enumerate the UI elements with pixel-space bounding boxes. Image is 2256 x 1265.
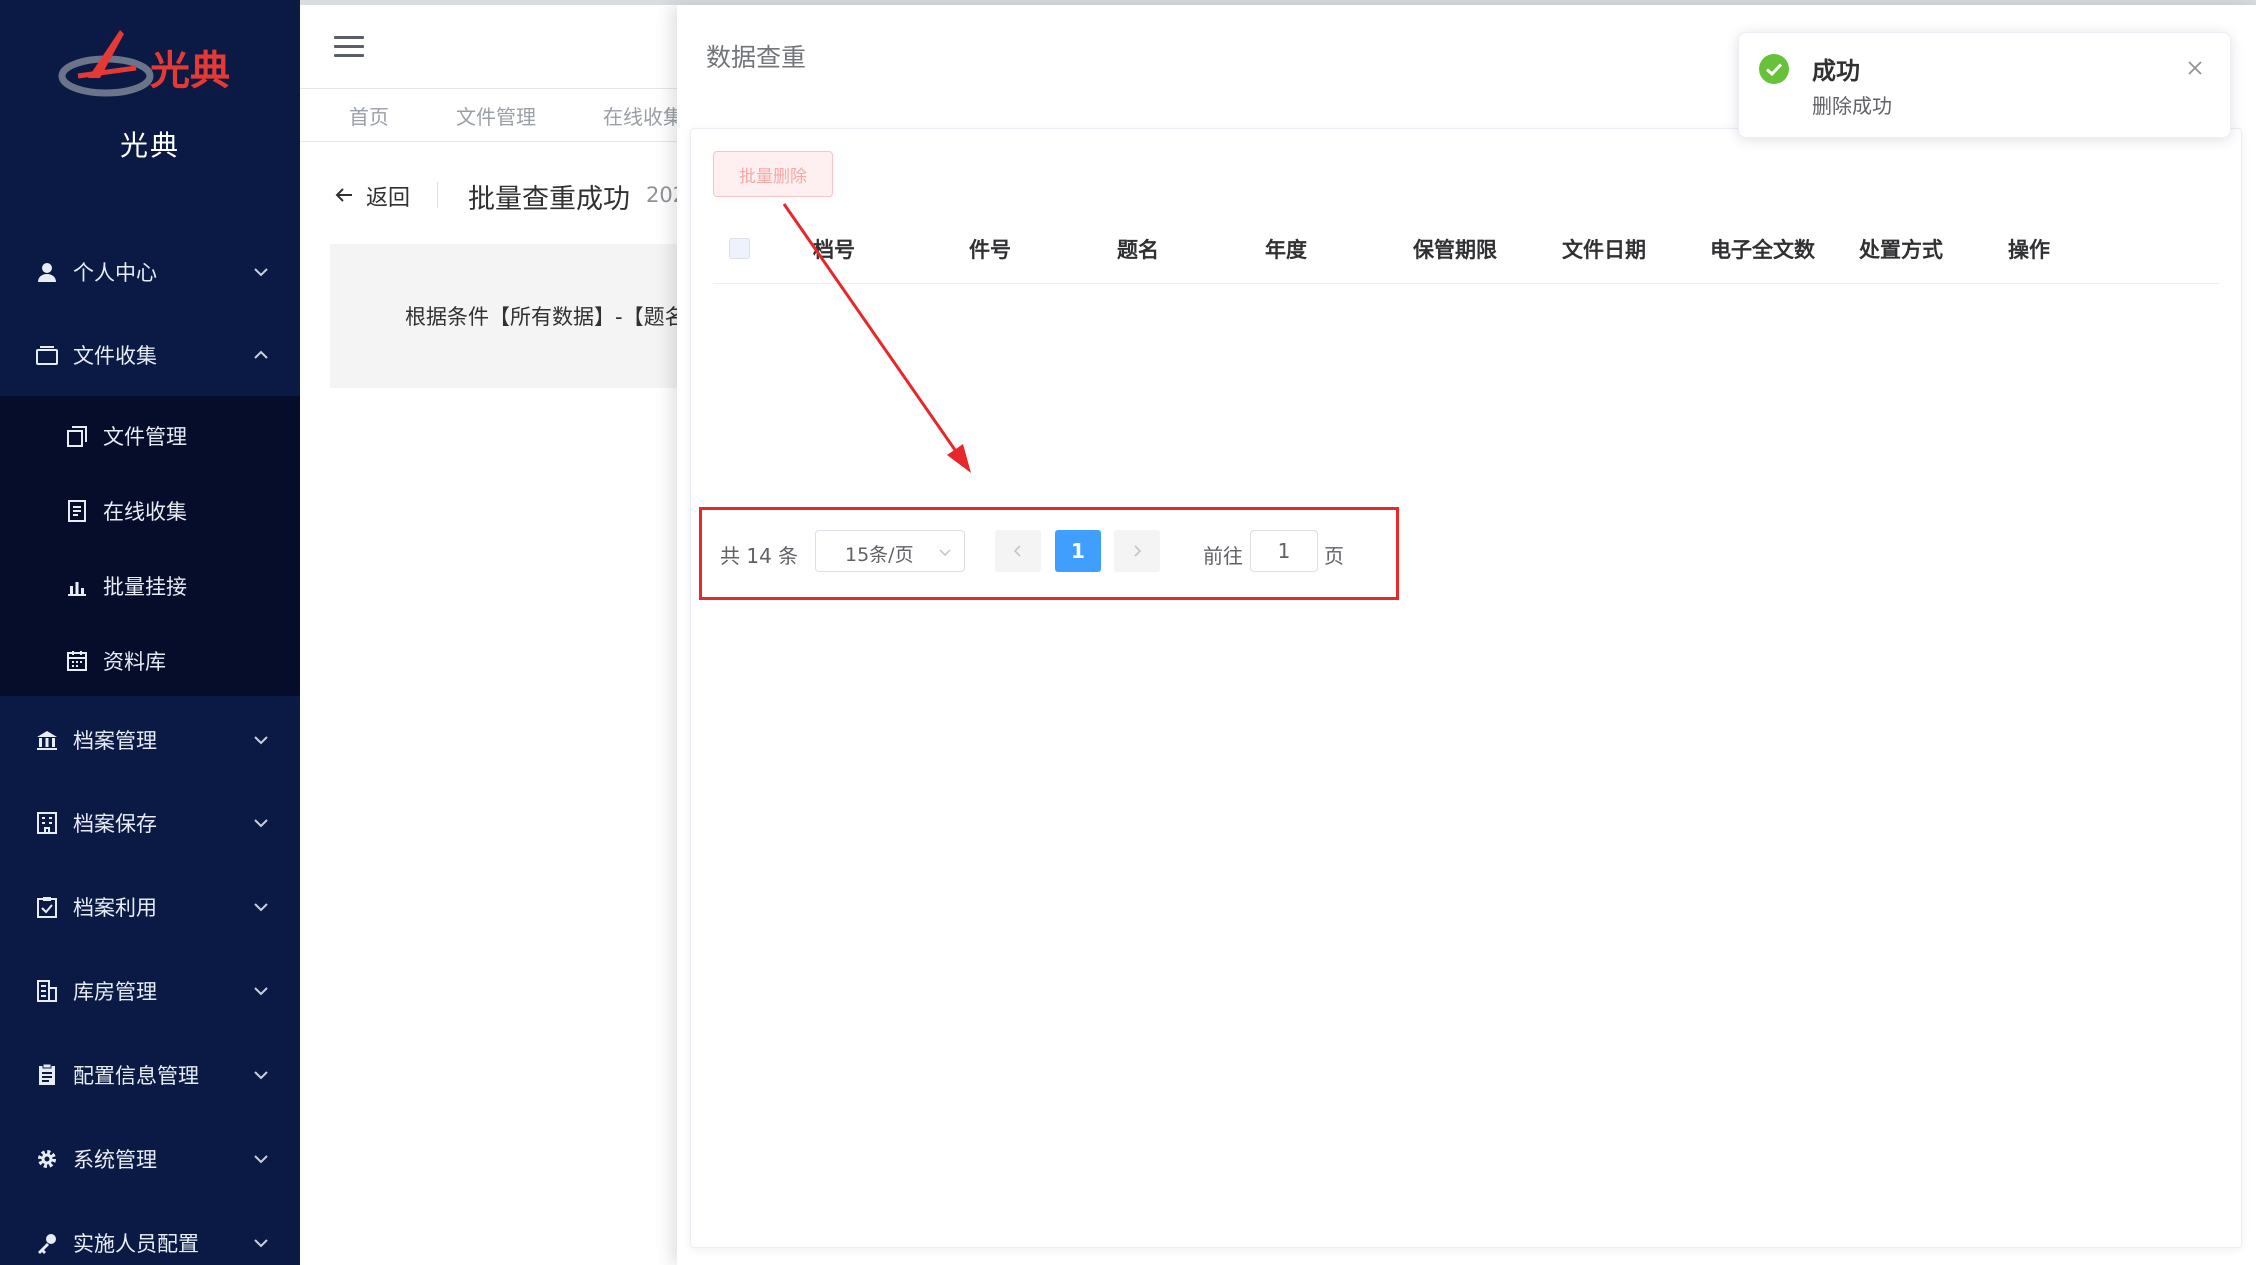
warehouse-icon <box>34 978 60 1004</box>
chevron-down-icon <box>254 1239 268 1248</box>
header-divider <box>437 182 438 208</box>
brand: 光典 光典 <box>0 20 300 170</box>
menu-item-label: 个人中心 <box>73 261 157 285</box>
batch-delete-button[interactable]: 批量删除 <box>713 151 833 197</box>
submenu-item-batch-attach[interactable]: 批量挂接 <box>0 548 300 623</box>
check-circle-icon <box>1759 54 1789 84</box>
menu-item-label: 档案保存 <box>73 812 157 836</box>
document-list-icon <box>34 1062 60 1088</box>
key-icon <box>34 1230 60 1256</box>
column-header-item-no: 件号 <box>969 238 1011 262</box>
toast-title: 成功 <box>1812 57 1860 85</box>
chevron-down-icon <box>254 1071 268 1080</box>
submenu-item-label: 资料库 <box>103 649 166 674</box>
menu-item-label: 档案利用 <box>73 896 157 920</box>
menu-item-archive-storage[interactable]: 档案保存 <box>0 781 300 865</box>
tab-file-management[interactable]: 文件管理 <box>456 101 536 130</box>
menu-item-label: 库房管理 <box>73 980 157 1004</box>
column-header-file-date: 文件日期 <box>1562 238 1646 262</box>
menu-item-system-management[interactable]: 系统管理 <box>0 1117 300 1201</box>
drawer-title: 数据查重 <box>706 43 807 72</box>
tab-home[interactable]: 首页 <box>349 101 389 130</box>
submenu-item-library[interactable]: 资料库 <box>0 623 300 698</box>
submenu-item-label: 在线收集 <box>103 499 187 524</box>
brand-logo-text: 光典 <box>150 48 230 94</box>
menu-item-label: 系统管理 <box>73 1148 157 1172</box>
column-header-archive-no: 档号 <box>813 238 855 262</box>
info-text: 根据条件【所有数据】-【题名 <box>405 305 686 329</box>
chevron-down-icon <box>254 736 268 745</box>
tab-online-collection[interactable]: 在线收集 <box>603 101 683 130</box>
menu-item-label: 文件收集 <box>73 344 157 368</box>
page-title: 批量查重成功 <box>468 184 630 215</box>
gear-icon <box>34 1146 60 1172</box>
chevron-down-icon <box>254 903 268 912</box>
menu-item-label: 实施人员配置 <box>73 1232 199 1256</box>
submenu-item-label: 批量挂接 <box>103 574 187 599</box>
column-header-retention-period: 保管期限 <box>1413 238 1497 262</box>
bar-chart-icon <box>64 573 90 599</box>
menu-item-label: 配置信息管理 <box>73 1064 199 1088</box>
column-header-disposal-method: 处置方式 <box>1859 238 1943 262</box>
column-header-title: 题名 <box>1117 238 1159 262</box>
menu-item-config-info-management[interactable]: 配置信息管理 <box>0 1033 300 1117</box>
document-icon <box>64 498 90 524</box>
chevron-down-icon <box>254 268 268 277</box>
column-header-year: 年度 <box>1265 238 1307 262</box>
menu-item-label: 档案管理 <box>73 729 157 753</box>
submenu-item-online-collection[interactable]: 在线收集 <box>0 473 300 548</box>
clipboard-check-icon <box>34 894 60 920</box>
user-icon <box>34 259 60 285</box>
building-icon <box>34 810 60 836</box>
brand-name: 光典 <box>119 129 180 162</box>
close-icon[interactable] <box>2186 59 2204 77</box>
submenu-item-label: 文件管理 <box>103 424 187 449</box>
calendar-icon <box>64 648 90 674</box>
menu-item-personal-center[interactable]: 个人中心 <box>0 230 300 314</box>
annotation-highlight-box <box>699 507 1399 600</box>
brand-logo: 光典 <box>58 30 230 97</box>
menu-item-archive-management[interactable]: 档案管理 <box>0 698 300 782</box>
column-header-actions: 操作 <box>2008 238 2050 262</box>
menu-item-implementer-config[interactable]: 实施人员配置 <box>0 1201 300 1265</box>
submenu-item-file-management[interactable]: 文件管理 <box>0 398 300 473</box>
copy-icon <box>64 423 90 449</box>
chevron-up-icon <box>254 350 268 359</box>
select-all-checkbox[interactable] <box>729 238 750 259</box>
menu-item-archive-utilization[interactable]: 档案利用 <box>0 865 300 949</box>
menu-item-file-collection[interactable]: 文件收集 <box>0 313 300 397</box>
chevron-down-icon <box>254 987 268 996</box>
bank-icon <box>34 727 60 753</box>
chevron-down-icon <box>254 1155 268 1164</box>
column-header-e-text-count: 电子全文数 <box>1710 238 1815 262</box>
sidebar: 光典 光典 个人中心 文件收集 文件管理 在线收集 批量挂接 资料库 档案管理 … <box>0 0 300 1265</box>
chevron-down-icon <box>254 819 268 828</box>
arrow-left-icon[interactable] <box>332 183 356 207</box>
toast-message: 删除成功 <box>1812 94 1892 118</box>
menu-item-warehouse-management[interactable]: 库房管理 <box>0 949 300 1033</box>
back-button[interactable]: 返回 <box>366 180 410 212</box>
hamburger-menu-icon[interactable] <box>334 36 364 58</box>
result-card <box>690 128 2242 1248</box>
folder-icon <box>34 342 60 368</box>
